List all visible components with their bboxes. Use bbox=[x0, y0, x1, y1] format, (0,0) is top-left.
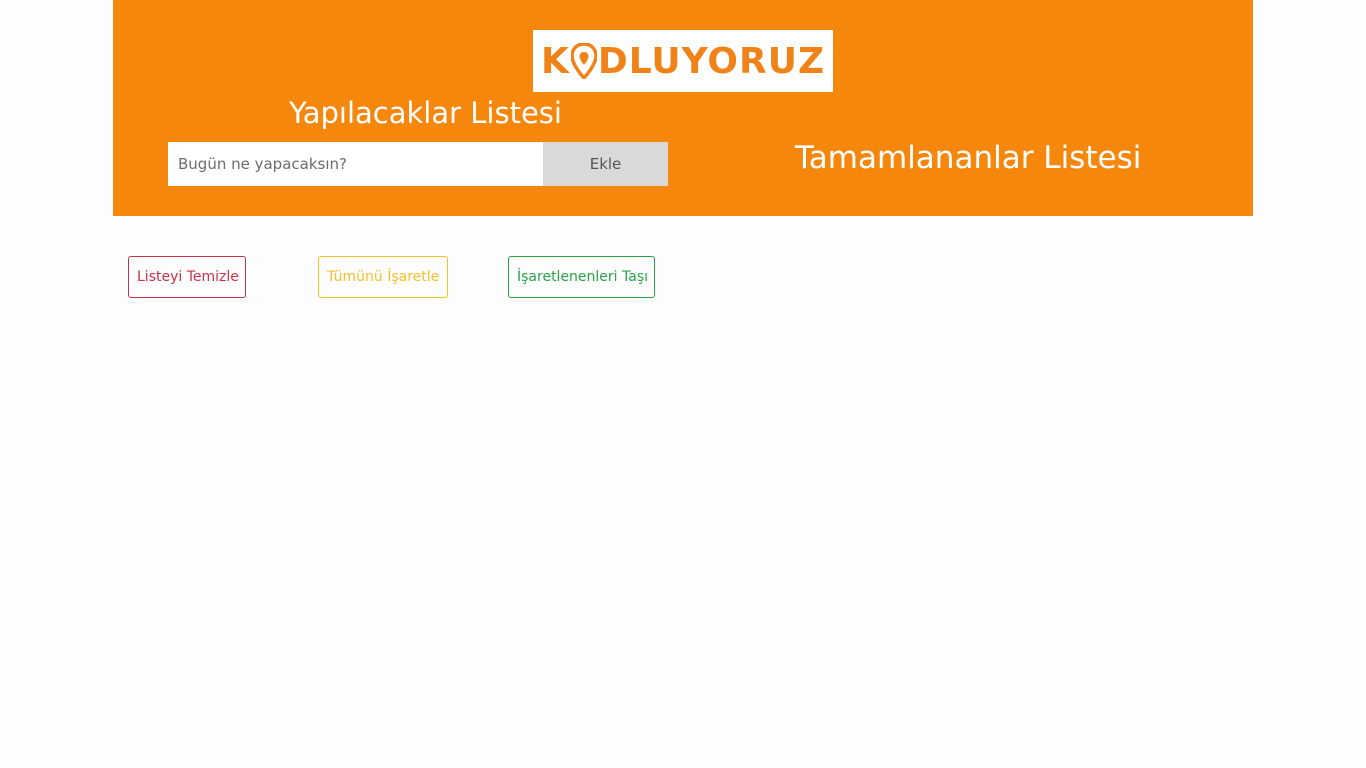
logo-text-left: K bbox=[540, 40, 570, 82]
clear-list-button[interactable]: Listeyi Temizle bbox=[128, 256, 246, 298]
logo-text-right: DLUYORUZ bbox=[597, 40, 826, 82]
header: K DLUYORUZ Yapılacaklar Listesi Ekle Tam… bbox=[113, 0, 1253, 216]
done-list-title: Tamamlananlar Listesi bbox=[795, 140, 1142, 176]
add-task-form: Ekle bbox=[168, 142, 668, 186]
logo-wordmark: K DLUYORUZ bbox=[541, 41, 825, 82]
kodluyoruz-logo: K DLUYORUZ bbox=[533, 30, 833, 92]
location-pin-icon bbox=[570, 43, 597, 79]
add-button[interactable]: Ekle bbox=[543, 142, 668, 186]
page: K DLUYORUZ Yapılacaklar Listesi Ekle Tam… bbox=[0, 0, 1366, 768]
move-marked-button[interactable]: İşaretlenenleri Taşı bbox=[508, 256, 655, 298]
mark-all-button[interactable]: Tümünü İşaretle bbox=[318, 256, 448, 298]
task-input[interactable] bbox=[168, 142, 543, 186]
todo-list-title: Yapılacaklar Listesi bbox=[289, 96, 562, 130]
